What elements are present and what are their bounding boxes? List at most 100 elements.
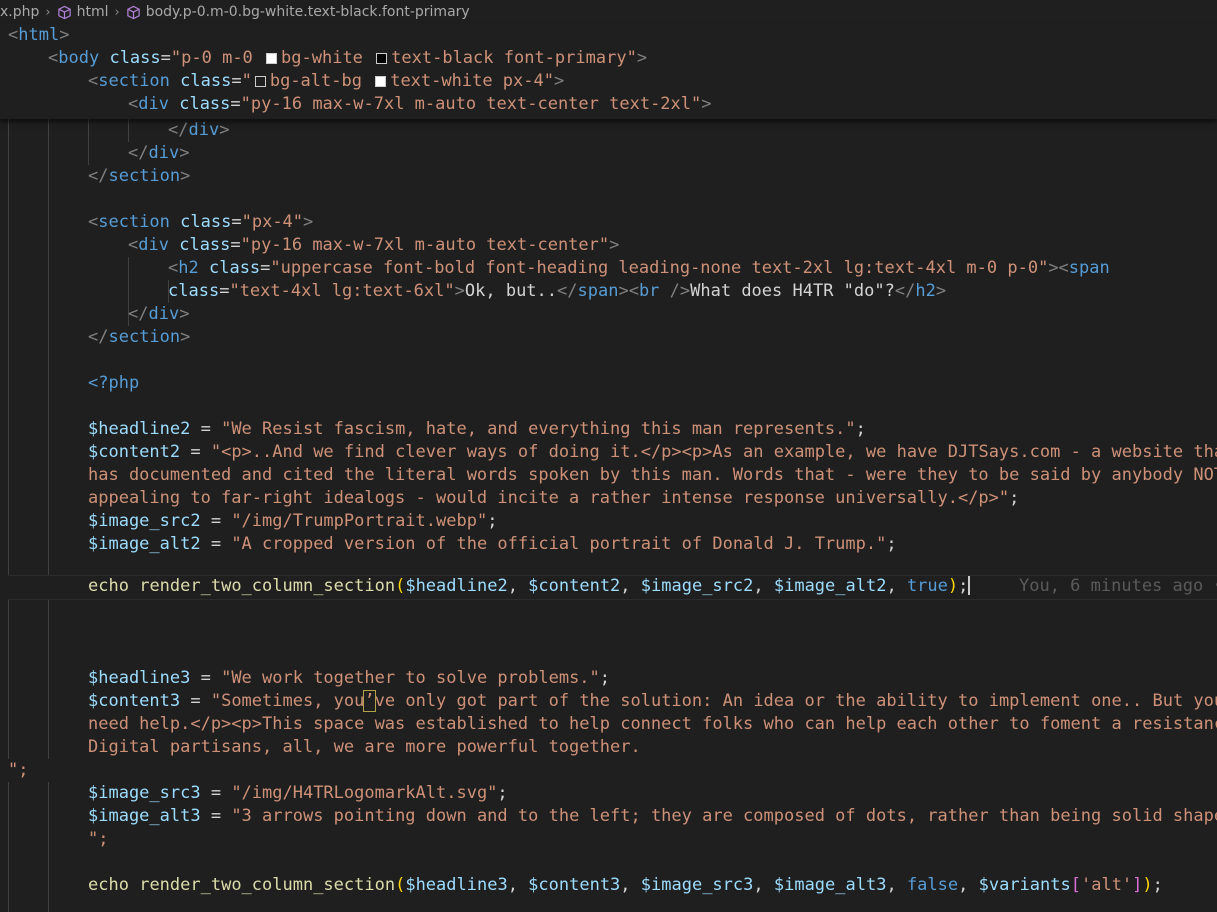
code-token: , <box>507 875 529 895</box>
code-line[interactable]: $content2 = "<p>..And we find clever way… <box>0 441 1217 464</box>
code-token: , <box>753 875 774 895</box>
code-token: < <box>128 94 139 114</box>
code-line[interactable]: echo render_two_column_section($headline… <box>0 874 1217 897</box>
code-line[interactable]: "; <box>0 759 1217 782</box>
code-line[interactable]: $image_src3 = "/img/H4TRLogomarkAlt.svg"… <box>0 782 1217 805</box>
code-token: > <box>935 281 947 301</box>
code-token: </ <box>894 281 916 301</box>
color-swatch-black[interactable] <box>376 53 388 64</box>
unicode-highlight[interactable]: ’ <box>363 690 376 712</box>
code-token: $content3 <box>528 875 621 895</box>
code-token: = <box>200 806 232 826</box>
code-editor[interactable]: </div> </div> </section> <section class=… <box>0 119 1217 912</box>
code-token: > <box>701 94 712 114</box>
code-line[interactable]: </section> <box>0 326 1217 349</box>
code-line[interactable]: class="text-4xl lg:text-6xl">Ok, but..</… <box>0 280 1217 303</box>
git-blame-annotation[interactable]: You, 6 minutes ago • <box>1019 575 1217 598</box>
code-token: 'alt' <box>1080 875 1133 895</box>
code-token: = <box>200 534 232 554</box>
code-line[interactable]: </div> <box>0 142 1217 165</box>
code-token: = <box>231 71 242 91</box>
code-token: p-0 m-0 <box>181 48 264 68</box>
code-token: "/img/TrumpPortrait.webp" <box>231 511 488 531</box>
code-token: appealing to far-right idealogs - would … <box>88 488 1010 508</box>
code-token: $content2 <box>88 442 181 462</box>
sticky-line-html[interactable]: <html> <box>0 24 1217 47</box>
code-line[interactable]: $headline3 = "We work together to solve … <box>0 667 1217 690</box>
code-token: > <box>180 327 191 347</box>
code-token: $image_alt2 <box>773 576 887 596</box>
code-line[interactable]: $content3 = "Sometimes, you’ve only got … <box>0 690 1217 713</box>
code-line[interactable]: <?php <box>0 372 1217 395</box>
sticky-line-body[interactable]: <body class="p-0 m-0 bg-white text-black… <box>0 47 1217 70</box>
code-token: = <box>200 511 232 531</box>
cube-icon <box>126 5 141 20</box>
code-token: < <box>128 235 139 255</box>
code-token: text-4xl lg:text-6xl <box>239 281 445 301</box>
code-token: = <box>219 281 230 301</box>
code-token: $image_src2 <box>88 511 201 531</box>
breadcrumb: x.php › html › body.p-0.m-0.bg-white.tex… <box>0 0 1217 24</box>
code-token: ; <box>487 511 498 531</box>
sticky-line-div[interactable]: <div class="py-16 max-w-7xl m-auto text-… <box>0 93 1217 116</box>
code-token: " <box>241 71 252 91</box>
breadcrumb-body[interactable]: body.p-0.m-0.bg-white.text-black.font-pr… <box>126 4 470 20</box>
code-token: " <box>240 94 251 114</box>
code-token: " <box>626 48 637 68</box>
code-token: ) <box>947 576 959 596</box>
code-line[interactable]: $image_alt3 = "3 arrows pointing down an… <box>0 805 1217 828</box>
code-token: "Sometimes, you <box>210 691 365 711</box>
code-token: section <box>108 327 181 347</box>
code-line[interactable]: "; <box>0 828 1217 851</box>
code-token: = <box>231 212 242 232</box>
code-token: , <box>753 576 774 596</box>
sticky-line-section[interactable]: <section class=" bg-alt-bg text-white px-… <box>0 70 1217 93</box>
code-line[interactable]: Digital partisans, all, we are more powe… <box>0 736 1217 759</box>
code-line[interactable]: <section class="px-4"> <box>0 211 1217 234</box>
code-token: = <box>180 691 211 711</box>
code-token: , <box>620 576 641 596</box>
sticky-scroll-header[interactable]: <html> <body class="p-0 m-0 bg-white tex… <box>0 24 1217 119</box>
code-token: text-black font-primary <box>391 48 627 68</box>
code-line[interactable]: <div class="py-16 max-w-7xl m-auto text-… <box>0 234 1217 257</box>
breadcrumb-file[interactable]: x.php <box>0 4 39 20</box>
code-token: > <box>219 120 230 140</box>
code-token: = <box>260 258 271 278</box>
code-token: You, 6 minutes ago • <box>1019 576 1217 596</box>
code-token: class <box>179 94 231 114</box>
code-token: div <box>148 304 180 324</box>
code-token: " <box>691 94 702 114</box>
code-line[interactable]: </div> <box>0 119 1217 142</box>
color-swatch-white[interactable] <box>266 53 278 64</box>
code-token: " <box>170 48 182 68</box>
code-line[interactable]: $image_alt2 = "A cropped version of the … <box>0 533 1217 556</box>
code-token: $headline3 <box>88 668 191 688</box>
code-line[interactable]: </div> <box>0 303 1217 326</box>
code-token: $content3 <box>88 691 181 711</box>
code-line[interactable]: </section> <box>0 165 1217 188</box>
code-token: render_two_column_section <box>139 875 396 895</box>
code-token: "; <box>88 829 109 849</box>
color-swatch-alt-bg[interactable] <box>254 76 266 87</box>
breadcrumb-html[interactable]: html <box>57 4 108 20</box>
code-token: What does H4TR "do"? <box>690 281 895 301</box>
color-swatch-white[interactable] <box>375 76 387 87</box>
code-line[interactable]: has documented and cited the literal wor… <box>0 464 1217 487</box>
code-line[interactable]: $image_src2 = "/img/TrumpPortrait.webp"; <box>0 510 1217 533</box>
code-token: ve only got part of the solution: An ide… <box>374 691 1217 711</box>
code-token: px-4 <box>251 212 293 232</box>
code-line[interactable]: need help.</p><p>This space was establis… <box>0 713 1217 736</box>
code-token: = <box>160 48 171 68</box>
code-line[interactable]: appealing to far-right idealogs - would … <box>0 487 1217 510</box>
code-token: $image_alt3 <box>773 875 887 895</box>
code-token: ) <box>1142 875 1153 895</box>
code-token: div <box>138 235 169 255</box>
code-line[interactable]: $headline2 = "We Resist fascism, hate, a… <box>0 418 1217 441</box>
code-token: "/img/H4TRLogomarkAlt.svg" <box>231 783 498 803</box>
code-token: < <box>88 71 99 91</box>
code-line[interactable]: <h2 class="uppercase font-bold font-head… <box>0 257 1217 280</box>
code-token: $image_alt3 <box>88 806 201 826</box>
code-token: < <box>168 258 179 278</box>
code-token: $image_src3 <box>640 875 754 895</box>
code-token: > <box>553 71 565 91</box>
